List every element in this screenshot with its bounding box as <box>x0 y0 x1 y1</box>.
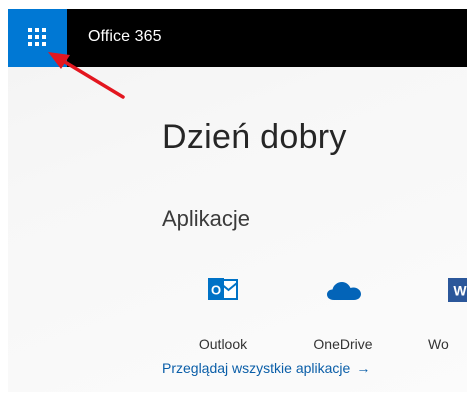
app-launcher-button[interactable] <box>8 9 67 67</box>
app-label-onedrive: OneDrive <box>313 336 373 352</box>
waffle-app-launcher-icon <box>28 28 46 46</box>
app-tile-outlook[interactable]: O Outlook <box>173 275 273 355</box>
app-tile-word[interactable]: W Wo <box>426 275 467 355</box>
browse-all-apps-link[interactable]: Przeglądaj wszystkie aplikacje → <box>162 358 370 378</box>
onedrive-icon <box>327 282 361 300</box>
outlook-icon: O <box>208 278 238 300</box>
word-icon: W <box>448 278 467 302</box>
top-bar: Office 365 <box>8 9 467 67</box>
app-title[interactable]: Office 365 <box>88 27 162 47</box>
app-label-word: Wo <box>428 336 449 352</box>
office-home-page: Office 365 Dzień dobry Aplikacje O Outlo… <box>8 9 467 392</box>
app-label-outlook: Outlook <box>198 336 248 352</box>
browse-all-apps-label: Przeglądaj wszystkie aplikacje <box>162 360 351 376</box>
svg-text:O: O <box>211 283 221 298</box>
app-tile-onedrive[interactable]: OneDrive <box>293 275 393 355</box>
arrow-right-icon: → <box>356 360 371 376</box>
svg-text:W: W <box>453 283 467 299</box>
greeting-heading: Dzień dobry <box>162 118 347 156</box>
apps-section-title: Aplikacje <box>162 206 251 231</box>
